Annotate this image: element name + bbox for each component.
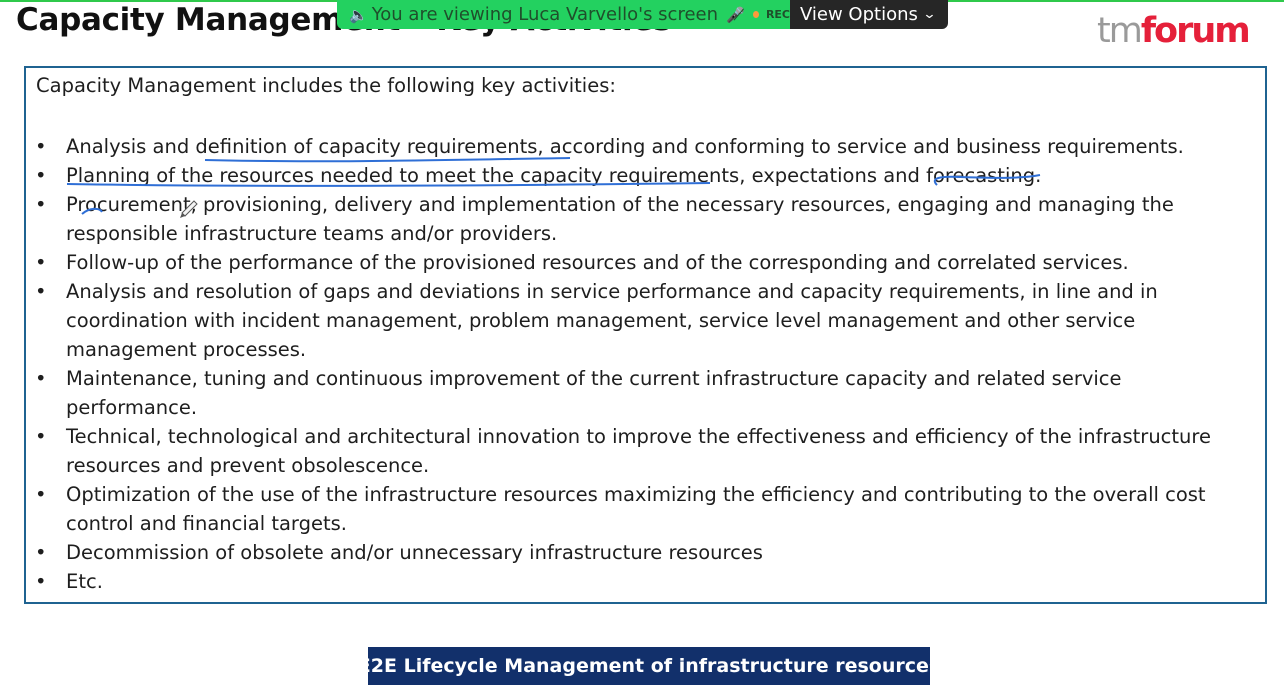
- list-item: • Optimization of the use of the infrastr…: [34, 480, 1239, 538]
- activities-list: • Analysis and definition of capacity req…: [34, 132, 1239, 596]
- chevron-down-icon: ⌄: [922, 7, 937, 22]
- list-item: • Procurement, provisioning, delivery and…: [34, 190, 1239, 248]
- footer-banner: E2E Lifecycle Management of infrastructu…: [358, 647, 940, 685]
- bullet-icon: •: [35, 425, 47, 448]
- viewing-banner: 🔈 You are viewing Luca Varvello's screen…: [337, 0, 790, 29]
- recording-dot-icon: [752, 11, 759, 18]
- list-item: • Technical, technological and architectu…: [34, 422, 1239, 480]
- bullet-icon: •: [35, 164, 47, 187]
- bullet-icon: •: [35, 367, 47, 390]
- view-options-button[interactable]: View Options ⌄: [790, 0, 948, 29]
- bullet-icon: •: [35, 541, 47, 564]
- list-item: • Planning of the resources needed to mee…: [34, 161, 1239, 190]
- rec-label: REC: [765, 8, 790, 21]
- speaker-icon[interactable]: 🔈: [349, 6, 368, 24]
- tmforum-logo: tmforum: [1097, 11, 1251, 51]
- bullet-icon: •: [35, 483, 47, 506]
- view-options-label: View Options: [800, 4, 918, 25]
- bullet-icon: •: [35, 251, 47, 274]
- list-item: • Maintenance, tuning and continuous impr…: [34, 364, 1239, 422]
- list-item: • Decommission of obsolete and/or unneces…: [34, 538, 1239, 567]
- mic-muted-icon[interactable]: 🎤̸: [726, 6, 745, 24]
- list-item: • Analysis and definition of capacity req…: [34, 132, 1239, 161]
- list-item: • Follow-up of the performance of the pro…: [34, 248, 1239, 277]
- bullet-icon: •: [35, 193, 47, 216]
- intro-text: Capacity Management includes the followi…: [36, 74, 616, 97]
- screen-share-bar: 🔈 You are viewing Luca Varvello's screen…: [337, 0, 948, 29]
- list-item: • Analysis and resolution of gaps and dev…: [34, 277, 1239, 364]
- bullet-icon: •: [35, 135, 47, 158]
- activities-box: Capacity Management includes the followi…: [24, 66, 1267, 604]
- list-item: • Etc.: [34, 567, 1239, 596]
- viewing-text: You are viewing Luca Varvello's screen: [371, 4, 719, 25]
- bullet-icon: •: [35, 280, 47, 303]
- bullet-icon: •: [35, 570, 47, 593]
